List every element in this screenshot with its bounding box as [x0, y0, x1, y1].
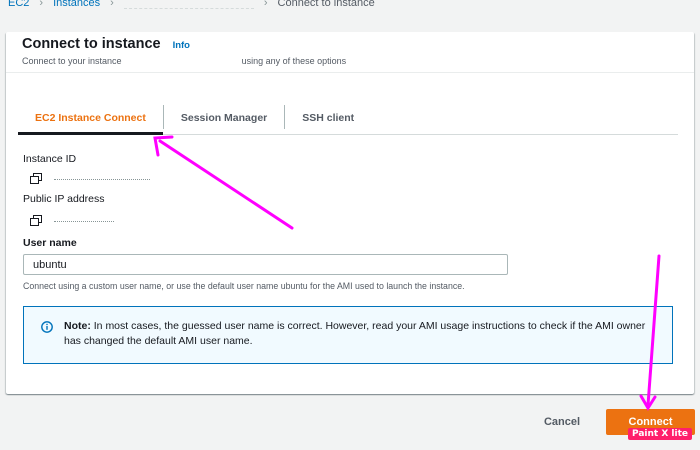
note-alert: Note: In most cases, the guessed user na…	[23, 306, 673, 364]
instance-id-value	[30, 173, 150, 184]
breadcrumb-ec2[interactable]: EC2	[8, 0, 29, 9]
tab-ec2-instance-connect[interactable]: EC2 Instance Connect	[18, 102, 163, 135]
username-hint: Connect using a custom user name, or use…	[23, 281, 465, 291]
page-subtitle: Connect to your instance using any of th…	[22, 56, 346, 66]
breadcrumb-instance-redacted[interactable]	[123, 0, 254, 9]
note-prefix: Note:	[64, 320, 91, 332]
tab-session-manager[interactable]: Session Manager	[164, 102, 284, 134]
connection-tabs: EC2 Instance Connect Session Manager SSH…	[18, 100, 678, 135]
breadcrumb: EC2 › Instances › › Connect to instance	[0, 0, 375, 12]
cancel-button[interactable]: Cancel	[532, 409, 592, 435]
tab-ssh-client[interactable]: SSH client	[285, 102, 371, 134]
panel-header: Connect to instance Info Connect to your…	[22, 36, 346, 66]
copy-icon[interactable]	[30, 215, 42, 226]
subtitle-end: using any of these options	[241, 56, 347, 66]
header-divider	[6, 72, 694, 73]
public-ip-label: Public IP address	[23, 193, 105, 205]
chevron-right-icon: ›	[263, 0, 268, 9]
chevron-right-icon: ›	[39, 0, 44, 9]
chevron-right-icon: ›	[110, 0, 114, 9]
breadcrumb-instances[interactable]: Instances	[53, 0, 100, 9]
redacted-instance-name	[122, 57, 242, 65]
note-text: In most cases, the guessed user name is …	[64, 320, 646, 347]
breadcrumb-current: Connect to instance	[277, 0, 375, 9]
username-input[interactable]	[23, 254, 508, 275]
page-title: Connect to instance	[22, 36, 161, 52]
info-icon	[41, 321, 53, 333]
username-label: User name	[23, 237, 77, 249]
info-link[interactable]: Info	[173, 40, 190, 51]
instance-id-label: Instance ID	[23, 153, 77, 165]
subtitle-start: Connect to your instance	[22, 56, 122, 66]
copy-icon[interactable]	[30, 173, 42, 184]
redacted-public-ip	[54, 219, 114, 222]
paint-x-lite-watermark: Paint X lite	[628, 428, 693, 440]
redacted-instance-id	[54, 177, 150, 180]
public-ip-value	[30, 215, 114, 226]
